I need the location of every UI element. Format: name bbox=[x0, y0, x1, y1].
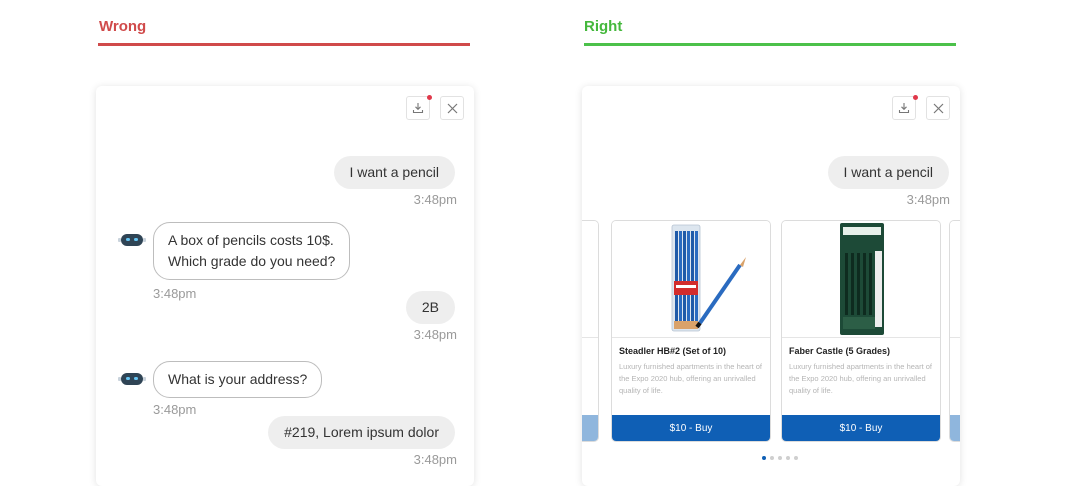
close-button[interactable] bbox=[440, 96, 464, 120]
download-icon bbox=[412, 103, 424, 114]
buy-button[interactable]: $10 - Buy bbox=[782, 415, 940, 441]
bot-message: What is your address? bbox=[153, 361, 323, 398]
notification-dot bbox=[427, 95, 432, 100]
user-message: #219, Lorem ipsum dolor bbox=[268, 416, 455, 449]
bot-message-line: What is your address? bbox=[168, 371, 308, 387]
download-icon bbox=[898, 103, 910, 114]
right-underline bbox=[584, 43, 956, 46]
product-title: Faber Castle (5 Grades) bbox=[789, 346, 891, 356]
pencil-pack-icon bbox=[840, 223, 884, 335]
product-title: Steadler HB#2 (Set of 10) bbox=[619, 346, 727, 356]
product-image bbox=[612, 221, 770, 338]
product-card-partial[interactable] bbox=[582, 220, 599, 442]
carousel-dot[interactable] bbox=[794, 456, 798, 460]
carousel-dot[interactable] bbox=[770, 456, 774, 460]
close-button[interactable] bbox=[926, 96, 950, 120]
product-card-partial[interactable] bbox=[949, 220, 960, 442]
chat-panel-wrong: I want a pencil 3:48pm A box of pencils … bbox=[96, 86, 474, 486]
carousel-dot[interactable] bbox=[778, 456, 782, 460]
message-time: 3:48pm bbox=[413, 452, 457, 467]
message-time: 3:48pm bbox=[906, 192, 950, 207]
notification-dot bbox=[913, 95, 918, 100]
user-message: 2B bbox=[405, 291, 455, 324]
product-carousel[interactable]: Steadler HB#2 (Set of 10) Luxury furnish… bbox=[582, 220, 960, 444]
carousel-dot[interactable] bbox=[762, 456, 766, 460]
close-icon bbox=[933, 103, 943, 113]
buy-button[interactable]: $10 - Buy bbox=[612, 415, 770, 441]
carousel-pagination bbox=[762, 456, 798, 460]
user-message: I want a pencil bbox=[827, 156, 949, 189]
product-description: Luxury furnished apartments in the heart… bbox=[789, 362, 932, 395]
product-card[interactable]: Steadler HB#2 (Set of 10) Luxury furnish… bbox=[611, 220, 771, 442]
product-card[interactable]: Faber Castle (5 Grades) Luxury furnished… bbox=[781, 220, 941, 442]
message-time: 3:48pm bbox=[413, 327, 457, 342]
buy-button[interactable] bbox=[950, 415, 960, 441]
bot-avatar-icon bbox=[118, 373, 146, 385]
message-time: 3:48pm bbox=[153, 402, 197, 417]
carousel-dot[interactable] bbox=[786, 456, 790, 460]
buy-button[interactable] bbox=[582, 415, 598, 441]
right-heading: Right bbox=[584, 18, 623, 35]
bot-avatar-icon bbox=[118, 234, 146, 246]
close-icon bbox=[447, 103, 457, 113]
message-time: 3:48pm bbox=[413, 192, 457, 207]
product-image bbox=[782, 221, 940, 338]
message-time: 3:48pm bbox=[153, 286, 197, 301]
bot-message-line: A box of pencils costs 10$. bbox=[168, 232, 334, 248]
bot-message: A box of pencils costs 10$. Which grade … bbox=[153, 222, 351, 280]
chat-panel-right: I want a pencil 3:48pm Steadler HB#2 (Se… bbox=[582, 86, 960, 486]
wrong-underline bbox=[98, 43, 470, 46]
user-message: I want a pencil bbox=[333, 156, 455, 189]
bot-message-line: Which grade do you need? bbox=[168, 253, 336, 269]
wrong-heading: Wrong bbox=[99, 18, 147, 35]
pencil-pack-icon bbox=[671, 224, 746, 332]
product-description: Luxury furnished apartments in the heart… bbox=[619, 362, 762, 395]
download-button[interactable] bbox=[406, 95, 432, 120]
download-button[interactable] bbox=[892, 95, 918, 120]
